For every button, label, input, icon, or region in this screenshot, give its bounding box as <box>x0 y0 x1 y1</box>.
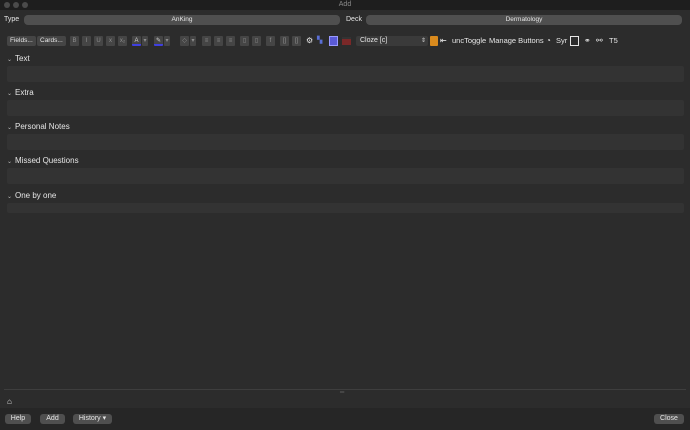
indent-icon[interactable]: ⇤ <box>440 36 447 46</box>
color-swatch-icon[interactable] <box>342 37 351 45</box>
highlight-box-icon[interactable] <box>329 36 338 46</box>
syr-button[interactable]: Syr <box>556 36 567 46</box>
close-button[interactable]: Close <box>654 414 684 424</box>
one-by-one-field-input[interactable] <box>7 203 684 213</box>
underline-icon[interactable]: U <box>94 36 103 46</box>
field-label-missed-questions[interactable]: ⌄ Missed Questions <box>7 156 79 167</box>
highlight-dropdown-icon[interactable]: ▾ <box>164 36 170 46</box>
window-title: Add <box>338 1 352 8</box>
bottom-button-bar: Help Add History ▾ Close <box>0 408 690 430</box>
field-label-extra[interactable]: ⌄ Extra <box>7 88 34 99</box>
extra-field-input[interactable] <box>7 100 684 116</box>
notetype-value: Cloze [c] <box>360 37 388 44</box>
link-icon[interactable]: ⚭ <box>584 36 591 46</box>
edit-box-icon[interactable] <box>570 36 579 46</box>
html-editor-icon[interactable]: [] <box>292 36 301 46</box>
editor-area: ⌄ Text ⌄ Extra ⌄ Personal Notes ⌄ Missed Que… <box>4 50 686 389</box>
numbered-list-icon[interactable]: ≡ <box>214 36 223 46</box>
mathjax-icon[interactable]: f <box>266 36 275 46</box>
tag-icon[interactable]: ⌂ <box>7 397 12 406</box>
unc-toggle-button[interactable]: uncToggle <box>452 36 486 46</box>
updown-arrows-icon: ⇕ <box>420 38 426 44</box>
gear-icon[interactable]: ⚙ <box>306 36 313 46</box>
add-window: Add Type AnKing Deck Dermatology Fields.… <box>0 0 690 430</box>
missed-questions-field-input[interactable] <box>7 168 684 184</box>
editor-toolbar: Fields... Cards... B I U x x₂ A ▾ ✎ ▾ ◇ … <box>4 33 686 49</box>
tag-editor[interactable]: ⌂ <box>4 394 686 408</box>
italic-icon[interactable]: I <box>82 36 91 46</box>
align-icon[interactable]: ≡ <box>226 36 235 46</box>
note-type-selector[interactable]: AnKing <box>24 15 340 25</box>
field-label-personal-notes[interactable]: ⌄ Personal Notes <box>7 122 70 133</box>
unlink-icon[interactable]: ⚯ <box>596 36 603 46</box>
help-button[interactable]: Help <box>5 414 31 424</box>
add-button[interactable]: Add <box>40 414 65 424</box>
highlight-color-icon[interactable]: ✎ <box>154 36 163 46</box>
type-label: Type <box>4 16 20 23</box>
attach-icon[interactable]: ▯ <box>240 36 249 46</box>
superscript-icon[interactable]: x <box>106 36 115 46</box>
text-field-input[interactable] <box>7 66 684 82</box>
eraser-icon[interactable]: ◇ <box>180 36 189 46</box>
text-color-dropdown-icon[interactable]: ▾ <box>142 36 148 46</box>
field-label-text[interactable]: ⌄ Text <box>7 54 30 65</box>
personal-notes-field-input[interactable] <box>7 134 684 150</box>
title-bar: Add <box>0 0 690 10</box>
deck-label: Deck <box>346 16 362 23</box>
t5-button[interactable]: T5 <box>609 36 618 46</box>
chevron-down-icon[interactable]: ⌄ <box>7 157 15 167</box>
edit-field-icon[interactable] <box>430 36 438 46</box>
bullet-list-icon[interactable]: ≡ <box>202 36 211 46</box>
editor-divider <box>4 389 686 390</box>
chevron-down-icon[interactable]: ⌄ <box>7 55 15 65</box>
history-button[interactable]: History ▾ <box>73 414 112 424</box>
bold-icon[interactable]: B <box>70 36 79 46</box>
chevron-down-icon[interactable]: ⌄ <box>7 123 15 133</box>
sync-icon[interactable]: ◔ <box>546 36 551 46</box>
deck-selector[interactable]: Dermatology <box>366 15 682 25</box>
field-label-one-by-one[interactable]: ⌄ One by one <box>7 191 56 202</box>
fields-button[interactable]: Fields... <box>7 36 36 46</box>
image-occlusion-icon[interactable]: ▚ <box>317 36 322 46</box>
chevron-down-icon[interactable]: ⌄ <box>7 192 15 202</box>
record-audio-icon[interactable]: ▯ <box>252 36 261 46</box>
cards-button[interactable]: Cards... <box>37 36 66 46</box>
subscript-icon[interactable]: x₂ <box>118 36 127 46</box>
notetype-dropdown[interactable]: Cloze [c] ⇕ <box>356 36 428 46</box>
eraser-dropdown-icon[interactable]: ▾ <box>190 36 196 46</box>
manage-buttons-button[interactable]: Manage Buttons <box>489 36 544 46</box>
chevron-down-icon[interactable]: ⌄ <box>7 89 15 99</box>
cloze-bracket-icon[interactable]: [] <box>280 36 289 46</box>
text-color-icon[interactable]: A <box>132 36 141 46</box>
